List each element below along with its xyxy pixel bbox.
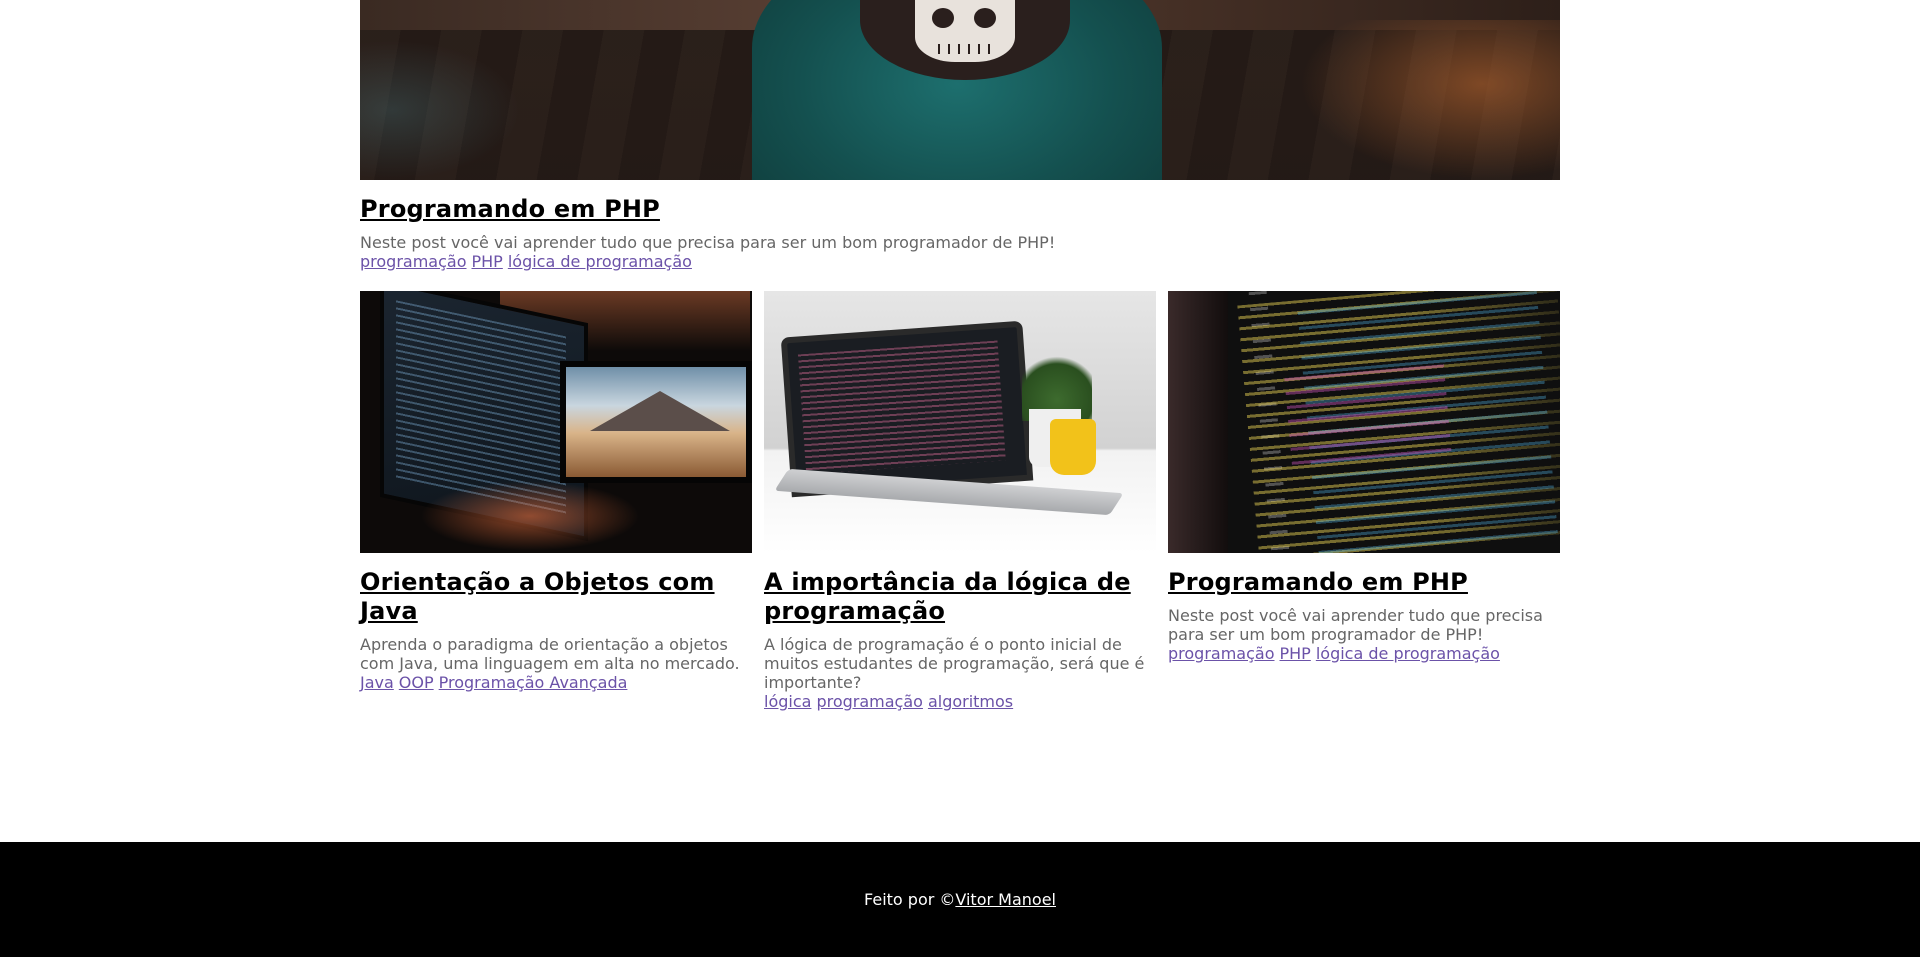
featured-post-title[interactable]: Programando em PHP: [360, 195, 1560, 224]
skull-eye-left: [932, 8, 954, 28]
tag-link[interactable]: lógica de programação: [1316, 644, 1500, 663]
image-mountain: [590, 391, 730, 431]
footer-credit: Feito por ©Vitor Manoel: [0, 890, 1920, 909]
post-title[interactable]: Orientação a Objetos com Java: [360, 568, 752, 626]
image-side: [1168, 291, 1228, 553]
featured-post-image[interactable]: [360, 0, 1560, 180]
post-card: A importância da lógica de programação A…: [764, 291, 1156, 711]
tag-link[interactable]: lógica de programação: [508, 252, 692, 271]
post-tags: Java OOP Programação Avançada: [360, 673, 752, 692]
tag-link[interactable]: Java: [360, 673, 394, 692]
featured-post-tags: programação PHP lógica de programação: [360, 252, 1560, 271]
tag-link[interactable]: PHP: [1280, 644, 1311, 663]
image-yellow-cup: [1050, 419, 1096, 475]
skull-teeth: [938, 44, 992, 54]
blog-page: Programando em PHP Neste post você vai a…: [0, 0, 1920, 957]
post-card: Programando em PHP Neste post você vai a…: [1168, 291, 1560, 711]
featured-post: Programando em PHP Neste post você vai a…: [360, 0, 1560, 271]
tag-link[interactable]: Programação Avançada: [439, 673, 628, 692]
author-link[interactable]: Vitor Manoel: [955, 890, 1056, 909]
skull-eye-right: [974, 8, 996, 28]
post-title[interactable]: A importância da lógica de programação: [764, 568, 1156, 626]
post-description: Aprenda o paradigma de orientação a obje…: [360, 635, 740, 673]
image-code-lines: [1284, 364, 1452, 468]
tag-link[interactable]: programação: [360, 252, 467, 271]
tag-link[interactable]: OOP: [399, 673, 434, 692]
image-glow-right: [1300, 20, 1560, 180]
tag-link[interactable]: lógica: [764, 692, 811, 711]
post-image-code-closeup[interactable]: [1168, 291, 1560, 553]
post-grid: Orientação a Objetos com Java Aprenda o …: [360, 291, 1560, 711]
featured-post-description: Neste post você vai aprender tudo que pr…: [360, 233, 1056, 252]
footer: Feito por ©Vitor Manoel: [0, 842, 1920, 957]
post-card: Orientação a Objetos com Java Aprenda o …: [360, 291, 752, 711]
post-image-laptop[interactable]: [764, 291, 1156, 553]
post-title[interactable]: Programando em PHP: [1168, 568, 1560, 597]
post-tags: programação PHP lógica de programação: [1168, 644, 1560, 663]
image-desk-light: [420, 481, 640, 551]
post-description: A lógica de programação é o ponto inicia…: [764, 635, 1145, 692]
post-description: Neste post você vai aprender tudo que pr…: [1168, 606, 1543, 644]
tag-link[interactable]: algoritmos: [928, 692, 1013, 711]
tag-link[interactable]: programação: [1168, 644, 1275, 663]
tag-link[interactable]: PHP: [472, 252, 503, 271]
image-code-lines: [797, 340, 1006, 475]
post-image-dual-monitors[interactable]: [360, 291, 752, 553]
tag-link[interactable]: programação: [816, 692, 923, 711]
image-glow-left: [360, 40, 520, 180]
post-tags: lógica programação algoritmos: [764, 692, 1156, 711]
footer-prefix: Feito por ©: [864, 890, 956, 909]
